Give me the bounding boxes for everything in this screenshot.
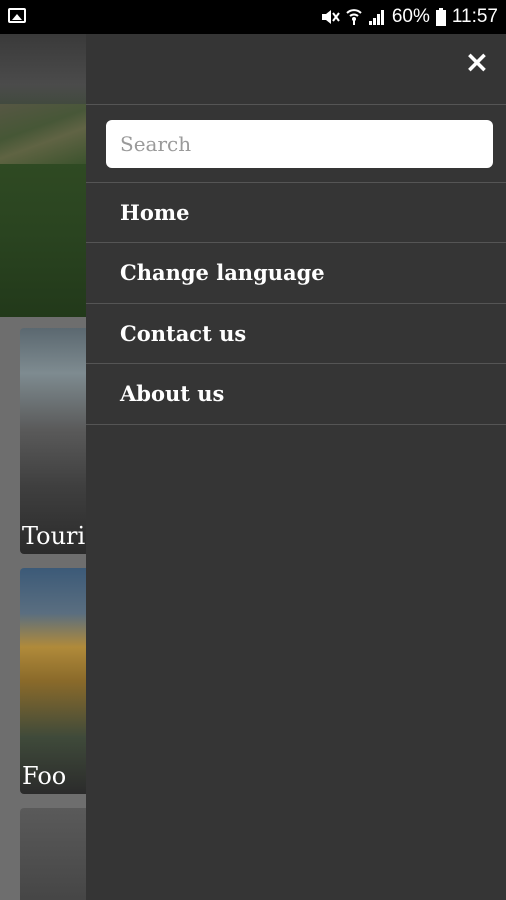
clock: 11:57 [451, 6, 498, 27]
menu-item-label: Home [120, 199, 190, 225]
menu-item-label: Change language [120, 259, 325, 285]
menu-item-label: Contact us [120, 320, 247, 346]
status-bar: 60% 11:57 [0, 0, 506, 34]
divider [86, 424, 506, 425]
menu-item-home[interactable]: Home [86, 182, 506, 242]
category-card-tourism[interactable]: Touri [20, 328, 86, 554]
background-app: Touri Foo [0, 34, 86, 900]
wifi-icon [346, 9, 362, 25]
search-box [106, 120, 493, 168]
menu-item-change-language[interactable]: Change language [86, 242, 506, 302]
divider [86, 104, 506, 105]
card-caption: Touri [22, 522, 86, 550]
signal-icon [368, 10, 384, 25]
battery-percent: 60% [391, 6, 430, 27]
menu-item-about-us[interactable]: About us [86, 363, 506, 423]
menu-item-label: About us [120, 380, 225, 406]
mute-icon [321, 10, 340, 24]
hero-image [0, 34, 86, 317]
search-input[interactable] [106, 120, 493, 168]
image-icon [8, 8, 26, 23]
battery-icon [435, 8, 446, 26]
card-caption: Foo [22, 762, 67, 790]
menu-item-contact-us[interactable]: Contact us [86, 303, 506, 363]
category-card-food[interactable]: Foo [20, 568, 86, 794]
close-icon[interactable]: × [464, 48, 490, 78]
navigation-drawer: × Home Change language Contact us About … [86, 34, 506, 900]
category-card[interactable] [20, 808, 86, 900]
